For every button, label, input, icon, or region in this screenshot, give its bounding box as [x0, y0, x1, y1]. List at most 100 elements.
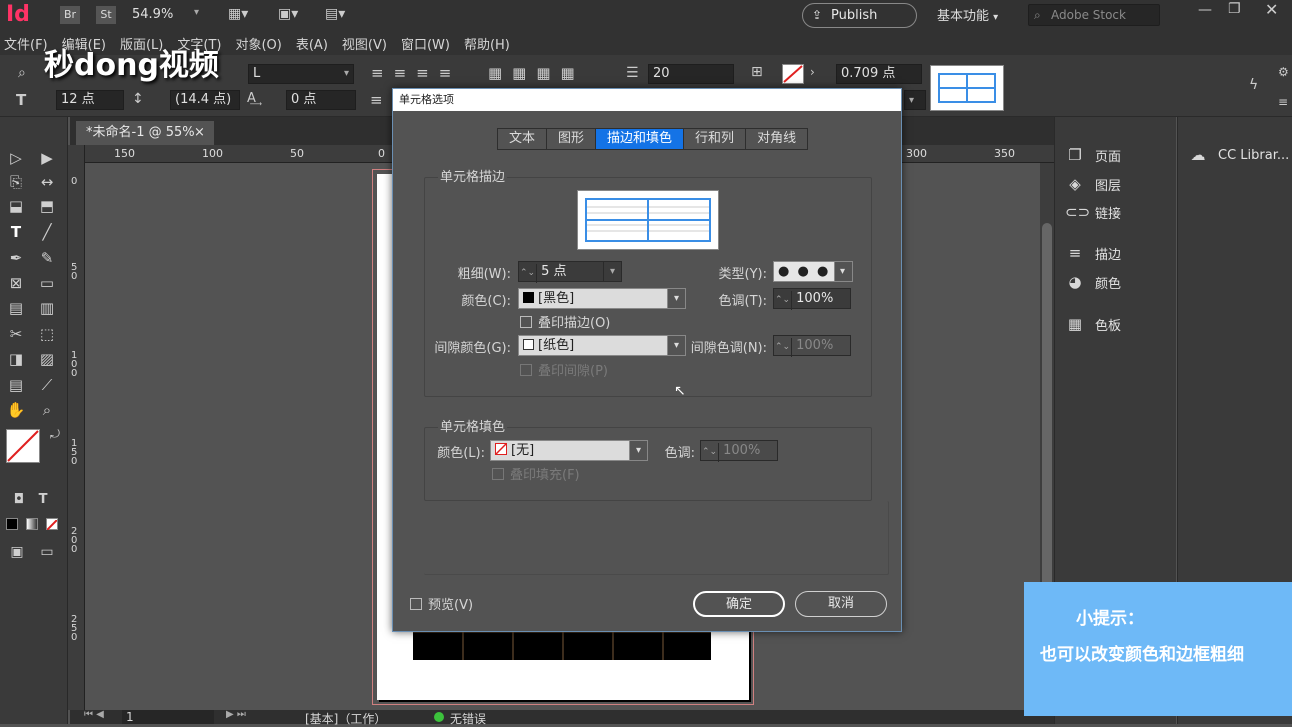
font-size-input[interactable]: 12 点 — [56, 90, 124, 110]
hand-tool-icon[interactable]: ✋ — [5, 399, 27, 421]
preview-mode-icon[interactable]: ▭ — [36, 541, 58, 563]
chevron-down-icon[interactable]: ▾ — [603, 262, 621, 281]
close-window-icon[interactable]: ✕ — [1265, 0, 1278, 19]
next-page-icon[interactable]: ▶ ⏭ — [226, 709, 246, 720]
menu-object[interactable]: 对象(O) — [235, 34, 281, 53]
rectangle-frame-tool-icon[interactable]: ⊠ — [5, 272, 27, 294]
note-tool-icon[interactable]: ▤ — [5, 374, 27, 396]
zoom-chevron-icon[interactable]: ▾ — [194, 7, 199, 18]
selection-tool-icon[interactable]: ▷ — [5, 147, 27, 169]
panel-pages[interactable]: ❐ 页面 — [1065, 141, 1121, 169]
panel-swatches[interactable]: ▦ 色板 — [1065, 310, 1121, 338]
panel-color[interactable]: ◕ 颜色 — [1065, 268, 1121, 296]
gradient-swatch-tool-icon[interactable]: ◨ — [5, 348, 27, 370]
bridge-button[interactable]: Br — [60, 6, 80, 24]
stepper-icon[interactable]: ⌃⌄ — [774, 291, 792, 310]
menu-help[interactable]: 帮助(H) — [464, 34, 510, 53]
stepper-icon[interactable]: ⌃⌄ — [774, 338, 792, 357]
adobe-stock-search-input[interactable]: ⌕ Adobe Stock — [1028, 4, 1160, 26]
eyedropper-tool-icon[interactable]: ⟋ — [36, 374, 58, 396]
panel-menu-icon[interactable]: ≡ — [1278, 95, 1288, 109]
content-placer-icon[interactable]: ⬒ — [36, 195, 58, 217]
rectangle-tool-icon[interactable]: ▭ — [36, 272, 58, 294]
formatting-text-icon[interactable]: T — [32, 489, 54, 511]
zoom-level[interactable]: 54.9% — [132, 7, 173, 22]
chevron-right-icon[interactable]: › — [810, 65, 815, 79]
panel-links[interactable]: ⊂⊃ 链接 — [1065, 198, 1121, 226]
stepper-icon[interactable]: ⌃⌄ — [701, 443, 719, 462]
fill-color-select[interactable]: [无] ▾ — [490, 440, 648, 461]
swap-colors-icon[interactable]: ⤾ — [50, 427, 60, 442]
apply-none-icon[interactable] — [46, 518, 58, 531]
cell-icon[interactable]: ⊞ — [751, 64, 763, 80]
gradient-feather-tool-icon[interactable]: ▨ — [36, 348, 58, 370]
gap-tool-icon[interactable]: ↔ — [36, 171, 58, 193]
overprint-stroke-checkbox[interactable]: 叠印描边(O) — [520, 312, 610, 331]
pencil-tool-icon[interactable]: ✎ — [36, 247, 58, 269]
first-page-icon[interactable]: ⏮ ◀ — [84, 709, 104, 720]
menu-file[interactable]: 文件(F) — [4, 34, 48, 53]
panel-stroke[interactable]: ≡ 描边 — [1065, 239, 1121, 267]
menu-table[interactable]: 表(A) — [296, 34, 328, 53]
stock-button[interactable]: St — [96, 6, 116, 24]
preview-checkbox[interactable]: 预览(V) — [410, 594, 473, 613]
stroke-color-select[interactable]: [黑色] ▾ — [518, 288, 686, 309]
leading-input[interactable]: (14.4 点) — [170, 90, 240, 110]
panel-layers[interactable]: ◈ 图层 — [1065, 170, 1121, 198]
normal-mode-icon[interactable]: ▣ — [6, 541, 28, 563]
document-tab[interactable]: *未命名-1 @ 55% × — [76, 121, 214, 145]
menu-view[interactable]: 视图(V) — [342, 34, 387, 53]
panel-cc-libraries[interactable]: ☁ CC Librar... — [1188, 141, 1290, 169]
fill-tint-input[interactable]: ⌃⌄ 100% — [700, 440, 778, 462]
tab-diagonal-lines[interactable]: 对角线 — [746, 129, 808, 149]
tab-graphic[interactable]: 图形 — [547, 129, 597, 149]
tab-rows-columns[interactable]: 行和列 — [684, 129, 747, 149]
page-number-input[interactable]: 1 — [122, 710, 214, 724]
stroke-weight-input[interactable]: 0.709 点 — [836, 64, 922, 84]
direct-selection-tool-icon[interactable]: ▶ — [36, 147, 58, 169]
gap-tint-input[interactable]: ⌃⌄ 100% — [773, 335, 851, 357]
dropdown-button[interactable]: ▾ — [904, 90, 926, 110]
tab-strokes-fills[interactable]: 描边和填色 — [596, 129, 685, 149]
tint-input[interactable]: ⌃⌄ 100% — [773, 288, 851, 310]
paragraph-align-icons[interactable]: ≡≡≡≡ — [371, 64, 461, 82]
close-icon[interactable]: × — [194, 121, 205, 145]
table-tool-icon[interactable]: ▤ — [5, 297, 27, 319]
weight-input[interactable]: ⌃⌄ 5 点 ▾ — [518, 261, 622, 283]
workspace-switcher[interactable]: 基本功能 ▾ — [937, 5, 998, 24]
overprint-gap-checkbox[interactable]: 叠印间隙(P) — [520, 360, 608, 379]
line-tool-icon[interactable]: ╱ — [36, 221, 58, 243]
scrollbar-thumb[interactable] — [1042, 223, 1052, 603]
status-style-label[interactable]: [基本]（工作） — [305, 710, 386, 727]
tracking-input[interactable]: 0 点 — [286, 90, 356, 110]
fill-swatch[interactable] — [6, 429, 40, 463]
stroke-type-select[interactable]: ● ● ● ▾ — [773, 261, 853, 282]
cancel-button[interactable]: 取消 — [795, 591, 887, 617]
table-align-icons[interactable]: ▦▦▦▦ — [488, 64, 585, 82]
document-table[interactable] — [413, 630, 711, 660]
preflight-status[interactable]: 无错误 — [450, 710, 486, 727]
overprint-fill-checkbox[interactable]: 叠印填充(F) — [492, 464, 580, 483]
stepper-icon[interactable]: ⌃⌄ — [519, 264, 537, 283]
apply-gradient-icon[interactable] — [26, 518, 38, 530]
type-tool-icon[interactable]: T — [5, 221, 27, 243]
screen-mode-icon[interactable]: ▣▾ — [278, 6, 298, 22]
gap-color-select[interactable]: [纸色] ▾ — [518, 335, 686, 356]
zoom-tool-icon[interactable]: ⌕ — [36, 399, 58, 421]
arrange-icon[interactable]: ▤▾ — [325, 6, 345, 22]
formatting-container-icon[interactable]: ◘ — [8, 489, 30, 511]
font-style-select[interactable]: L ▾ — [248, 64, 354, 84]
content-collector-icon[interactable]: ⬓ — [5, 195, 27, 217]
lightning-icon[interactable]: ϟ — [1249, 77, 1258, 93]
scissors-tool-icon[interactable]: ✂ — [5, 323, 27, 345]
tab-text[interactable]: 文本 — [498, 129, 548, 149]
apply-color-icon[interactable] — [6, 518, 18, 530]
minimize-icon[interactable]: — — [1198, 2, 1212, 18]
ok-button[interactable]: 确定 — [693, 591, 785, 617]
view-options-icon[interactable]: ▦▾ — [228, 6, 248, 22]
restore-icon[interactable]: ❐ — [1228, 1, 1241, 17]
rows-input[interactable]: 20 — [648, 64, 734, 84]
pen-tool-icon[interactable]: ✒ — [5, 247, 27, 269]
table-columns-icon[interactable]: ▥ — [36, 297, 58, 319]
gear-icon[interactable]: ⚙ — [1278, 65, 1289, 79]
